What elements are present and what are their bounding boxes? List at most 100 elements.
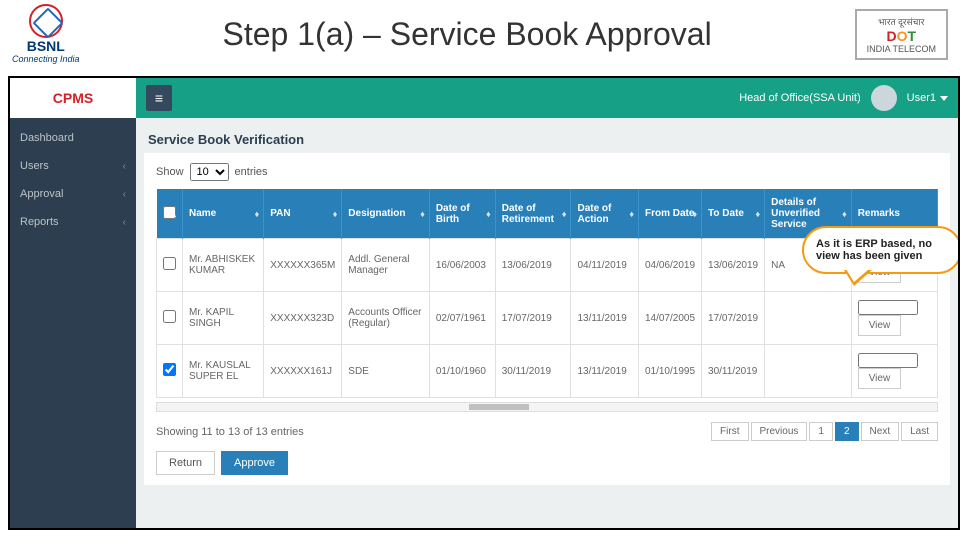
sort-icon: ♦ bbox=[629, 209, 634, 219]
cell-doa: 04/11/2019 bbox=[571, 239, 639, 292]
cell-designation: Addl. General Manager bbox=[342, 239, 430, 292]
cell-pan: XXXXXX323D bbox=[264, 292, 342, 345]
sidebar-item-reports[interactable]: Reports ‹ bbox=[10, 208, 136, 236]
dot-logo: भारत दूरसंचार DOT INDIA TELECOM bbox=[855, 9, 948, 60]
cell-to: 17/07/2019 bbox=[702, 292, 765, 345]
dot-bottom-text: INDIA TELECOM bbox=[867, 44, 936, 54]
col-to[interactable]: To Date♦ bbox=[702, 189, 765, 239]
app-topline: CPMS ≡ Head of Office(SSA Unit) User1 bbox=[10, 78, 958, 118]
sort-icon: ♦ bbox=[333, 209, 338, 219]
sort-icon: ♦ bbox=[562, 209, 567, 219]
user-label: User1 bbox=[907, 92, 936, 104]
slide-title: Step 1(a) – Service Book Approval bbox=[223, 16, 712, 53]
col-from[interactable]: From Date♦ bbox=[638, 189, 701, 239]
cell-doa: 13/11/2019 bbox=[571, 345, 639, 398]
sort-icon: ♦ bbox=[420, 209, 425, 219]
row-checkbox[interactable] bbox=[163, 310, 176, 323]
service-book-table: ▲ Name ♦ PAN ♦ Designation♦ Date of Birth♦… bbox=[156, 189, 938, 398]
col-designation[interactable]: Designation♦ bbox=[342, 189, 430, 239]
pager-first[interactable]: First bbox=[711, 422, 748, 441]
cell-dor: 30/11/2019 bbox=[495, 345, 571, 398]
col-dob[interactable]: Date of Birth♦ bbox=[429, 189, 495, 239]
row-checkbox[interactable] bbox=[163, 363, 176, 376]
cell-from: 14/07/2005 bbox=[638, 292, 701, 345]
footer-info: Showing 11 to 13 of 13 entries bbox=[156, 426, 304, 438]
table-row: Mr. KAPIL SINGHXXXXXX323DAccounts Office… bbox=[157, 292, 938, 345]
col-label: Date of Action bbox=[577, 203, 611, 225]
sidebar-item-approval[interactable]: Approval ‹ bbox=[10, 180, 136, 208]
cell-designation: Accounts Officer (Regular) bbox=[342, 292, 430, 345]
sidebar: Dashboard Users ‹ Approval ‹ Reports ‹ bbox=[10, 118, 136, 528]
chevron-left-icon: ‹ bbox=[123, 189, 126, 200]
col-label: Remarks bbox=[858, 208, 900, 219]
col-doa[interactable]: Date of Action ♦ bbox=[571, 189, 639, 239]
scrollbar-thumb[interactable] bbox=[469, 404, 529, 410]
col-dor[interactable]: Date of Retirement♦ bbox=[495, 189, 571, 239]
sort-icon: ♦ bbox=[486, 209, 491, 219]
col-checkbox[interactable]: ▲ bbox=[157, 189, 183, 239]
cell-to: 13/06/2019 bbox=[702, 239, 765, 292]
col-name[interactable]: Name ♦ bbox=[183, 189, 264, 239]
cell-from: 01/10/1995 bbox=[638, 345, 701, 398]
col-label: To Date bbox=[708, 208, 744, 219]
dot-d: D bbox=[887, 28, 897, 44]
sort-icon: ♦ bbox=[255, 209, 260, 219]
cell-remarks: View bbox=[851, 345, 937, 398]
chevron-left-icon: ‹ bbox=[123, 161, 126, 172]
cell-dob: 01/10/1960 bbox=[429, 345, 495, 398]
pager-last[interactable]: Last bbox=[901, 422, 938, 441]
col-label: Name bbox=[189, 208, 216, 219]
sidebar-item-label: Reports bbox=[20, 216, 59, 228]
sidebar-item-dashboard[interactable]: Dashboard bbox=[10, 124, 136, 152]
return-button[interactable]: Return bbox=[156, 451, 215, 475]
cell-unverified bbox=[765, 345, 852, 398]
action-buttons: Return Approve bbox=[156, 451, 938, 475]
remarks-input[interactable] bbox=[858, 353, 918, 368]
app-topbar: ≡ Head of Office(SSA Unit) User1 bbox=[136, 78, 958, 118]
avatar-icon[interactable] bbox=[871, 85, 897, 111]
cell-name: Mr. KAPIL SINGH bbox=[183, 292, 264, 345]
sort-icon: ♦ bbox=[692, 209, 697, 219]
bsnl-mark-icon bbox=[29, 4, 63, 38]
user-dropdown[interactable]: User1 bbox=[907, 92, 948, 104]
cell-pan: XXXXXX365M bbox=[264, 239, 342, 292]
horizontal-scrollbar[interactable] bbox=[156, 402, 938, 412]
sidebar-item-users[interactable]: Users ‹ bbox=[10, 152, 136, 180]
row-checkbox[interactable] bbox=[163, 257, 176, 270]
cell-name: Mr. KAUSLAL SUPER EL bbox=[183, 345, 264, 398]
topbar-right: Head of Office(SSA Unit) User1 bbox=[739, 85, 948, 111]
approve-button[interactable]: Approve bbox=[221, 451, 288, 475]
col-pan[interactable]: PAN ♦ bbox=[264, 189, 342, 239]
cell-unverified bbox=[765, 292, 852, 345]
entries-control: Show 10 entries bbox=[156, 163, 938, 181]
app-body: Dashboard Users ‹ Approval ‹ Reports ‹ S… bbox=[10, 118, 958, 528]
cell-name: Mr. ABHISKEK KUMAR bbox=[183, 239, 264, 292]
pager: FirstPrevious12NextLast bbox=[711, 422, 938, 441]
cell-dor: 13/06/2019 bbox=[495, 239, 571, 292]
dot-big-text: DOT bbox=[867, 28, 936, 44]
pager-next[interactable]: Next bbox=[861, 422, 900, 441]
pager-previous[interactable]: Previous bbox=[751, 422, 808, 441]
hamburger-button[interactable]: ≡ bbox=[146, 85, 172, 111]
cell-from: 04/06/2019 bbox=[638, 239, 701, 292]
show-suffix: entries bbox=[235, 166, 268, 178]
pager-1[interactable]: 1 bbox=[809, 422, 833, 441]
remarks-input[interactable] bbox=[858, 300, 918, 315]
cell-doa: 13/11/2019 bbox=[571, 292, 639, 345]
cell-remarks: View bbox=[851, 292, 937, 345]
app-brand: CPMS bbox=[10, 78, 136, 118]
dot-top-text: भारत दूरसंचार bbox=[867, 15, 936, 28]
sort-icon: ▲ bbox=[169, 209, 178, 219]
cell-to: 30/11/2019 bbox=[702, 345, 765, 398]
cell-designation: SDE bbox=[342, 345, 430, 398]
view-button[interactable]: View bbox=[858, 315, 902, 336]
cell-pan: XXXXXX161J bbox=[264, 345, 342, 398]
sidebar-item-label: Users bbox=[20, 160, 49, 172]
col-label: PAN bbox=[270, 208, 290, 219]
view-button[interactable]: View bbox=[858, 368, 902, 389]
col-label: Details of Unverified Service bbox=[771, 197, 820, 230]
panel-card: Show 10 entries ▲ Name ♦ PAN ♦ Designation… bbox=[144, 153, 950, 485]
callout-text: As it is ERP based, no view has been giv… bbox=[816, 238, 932, 262]
entries-select[interactable]: 10 bbox=[190, 163, 229, 181]
pager-2[interactable]: 2 bbox=[835, 422, 859, 441]
